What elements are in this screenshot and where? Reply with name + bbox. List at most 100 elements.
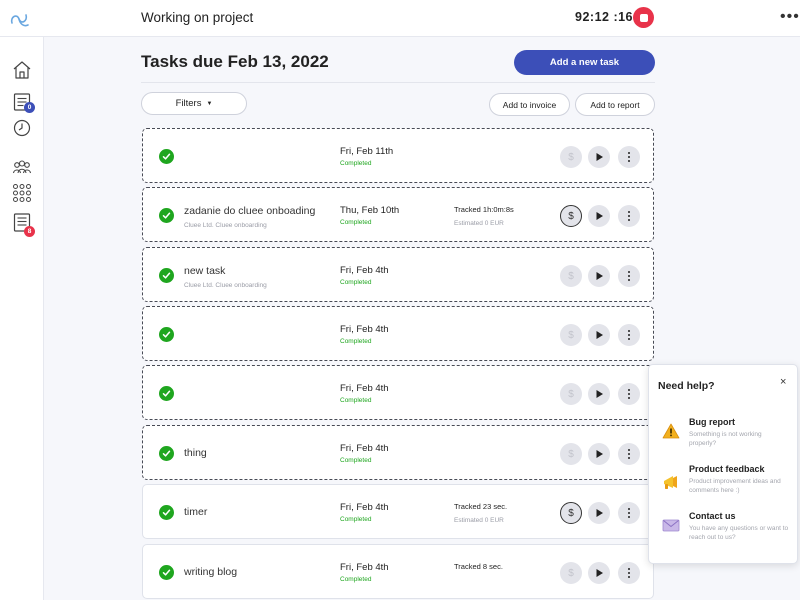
help-item-desc: Something is not working properly? xyxy=(689,431,762,447)
billing-dollar-button[interactable]: $ xyxy=(560,502,582,524)
clock-icon[interactable] xyxy=(11,117,33,139)
play-icon xyxy=(596,390,603,398)
sidebar-item-reports[interactable]: 8 xyxy=(0,209,44,239)
task-more-button[interactable] xyxy=(618,205,640,227)
billing-dollar-button[interactable]: $ xyxy=(560,383,582,405)
task-more-button[interactable] xyxy=(618,383,640,405)
sidebar-item-tasks[interactable]: 0 xyxy=(0,89,44,117)
more-options-icon[interactable]: ••• xyxy=(780,8,800,26)
task-row[interactable]: timer Fri, Feb 4th Completed Tracked 23 sec… xyxy=(142,484,654,539)
running-timer: 92:12 :16 xyxy=(575,10,634,24)
task-status: Completed xyxy=(340,160,372,167)
task-name: thing xyxy=(184,447,207,459)
tracked-time: Tracked 23 sec. xyxy=(454,502,508,511)
help-item-title: Product feedback xyxy=(689,464,765,474)
filters-dropdown[interactable]: Filters ▼ xyxy=(141,92,247,115)
task-more-button[interactable] xyxy=(618,146,640,168)
estimated-cost: Estimated 0 EUR xyxy=(454,517,504,524)
task-row[interactable]: Fri, Feb 4th Completed $ xyxy=(142,365,654,420)
task-project: Cluee Ltd. Cluee onboarding xyxy=(184,282,267,289)
grid-icon[interactable] xyxy=(11,182,33,204)
add-to-invoice-button[interactable]: Add to invoice xyxy=(489,93,570,116)
vertical-dots-icon xyxy=(627,507,631,519)
billing-dollar-button[interactable]: $ xyxy=(560,205,582,227)
task-due-date: Fri, Feb 4th xyxy=(340,562,389,573)
vertical-dots-icon xyxy=(627,448,631,460)
task-due-date: Fri, Feb 4th xyxy=(340,443,389,454)
bug-report-link[interactable]: Bug report Something is not working prop… xyxy=(649,417,797,457)
help-item-desc: Product improvement ideas and comments h… xyxy=(689,478,781,494)
play-timer-button[interactable] xyxy=(588,146,610,168)
completed-check-icon[interactable] xyxy=(159,386,174,401)
home-icon[interactable] xyxy=(11,59,33,81)
product-feedback-link[interactable]: Product feedback Product improvement ide… xyxy=(649,464,797,504)
envelope-icon xyxy=(662,519,680,532)
play-timer-button[interactable] xyxy=(588,443,610,465)
help-panel: Need help? × Bug report Something is not… xyxy=(648,364,798,564)
stop-timer-button[interactable] xyxy=(633,7,654,28)
tracked-time: Tracked 1h:0m:8s xyxy=(454,205,514,214)
task-status: Completed xyxy=(340,516,372,523)
task-more-button[interactable] xyxy=(618,324,640,346)
warning-icon xyxy=(662,423,680,439)
billing-dollar-button[interactable]: $ xyxy=(560,562,582,584)
help-item-desc: You have any questions or want to reach … xyxy=(689,525,789,541)
play-timer-button[interactable] xyxy=(588,383,610,405)
task-name: new task xyxy=(184,265,226,277)
completed-check-icon[interactable] xyxy=(159,505,174,520)
completed-check-icon[interactable] xyxy=(159,208,174,223)
billing-dollar-button[interactable]: $ xyxy=(560,443,582,465)
task-status: Completed xyxy=(340,338,372,345)
page-title: Tasks due Feb 13, 2022 xyxy=(141,52,329,71)
task-more-button[interactable] xyxy=(618,265,640,287)
people-icon[interactable] xyxy=(11,156,33,178)
task-name: timer xyxy=(184,506,208,518)
vertical-dots-icon xyxy=(627,567,631,579)
play-icon xyxy=(596,450,603,458)
task-more-button[interactable] xyxy=(618,562,640,584)
add-new-task-button[interactable]: Add a new task xyxy=(514,50,655,75)
task-row[interactable]: new task Cluee Ltd. Cluee onboarding Fri, … xyxy=(142,247,654,302)
caret-down-icon: ▼ xyxy=(206,100,213,107)
play-timer-button[interactable] xyxy=(588,265,610,287)
task-row[interactable]: Fri, Feb 4th Completed $ xyxy=(142,306,654,361)
play-icon xyxy=(596,153,603,161)
play-timer-button[interactable] xyxy=(588,502,610,524)
filters-label: Filters xyxy=(175,98,202,109)
task-row[interactable]: writing blog Fri, Feb 4th Completed Tracked… xyxy=(142,544,654,599)
play-icon xyxy=(596,331,603,339)
completed-check-icon[interactable] xyxy=(159,565,174,580)
vertical-dots-icon xyxy=(627,388,631,400)
task-due-date: Fri, Feb 4th xyxy=(340,265,389,276)
billing-dollar-button[interactable]: $ xyxy=(560,324,582,346)
top-bar: Working on project 92:12 :16 ••• xyxy=(0,0,800,37)
play-timer-button[interactable] xyxy=(588,205,610,227)
completed-check-icon[interactable] xyxy=(159,268,174,283)
task-due-date: Fri, Feb 4th xyxy=(340,502,389,513)
task-more-button[interactable] xyxy=(618,502,640,524)
task-row[interactable]: thing Fri, Feb 4th Completed $ xyxy=(142,425,654,480)
logo-icon[interactable] xyxy=(8,8,30,30)
completed-check-icon[interactable] xyxy=(159,327,174,342)
completed-check-icon[interactable] xyxy=(159,149,174,164)
divider xyxy=(141,82,655,83)
help-item-title: Contact us xyxy=(689,511,736,521)
task-due-date: Thu, Feb 10th xyxy=(340,205,400,216)
task-status: Completed xyxy=(340,457,372,464)
billing-dollar-button[interactable]: $ xyxy=(560,146,582,168)
completed-check-icon[interactable] xyxy=(159,446,174,461)
contact-us-link[interactable]: Contact us You have any questions or wan… xyxy=(649,511,797,551)
vertical-dots-icon xyxy=(627,210,631,222)
task-row[interactable]: zadanie do cluee onboading Cluee Ltd. Clu… xyxy=(142,187,654,242)
billing-dollar-button[interactable]: $ xyxy=(560,265,582,287)
play-icon xyxy=(596,272,603,280)
task-row[interactable]: Fri, Feb 11th Completed $ xyxy=(142,128,654,183)
close-icon[interactable]: × xyxy=(780,376,786,388)
task-status: Completed xyxy=(340,397,372,404)
play-timer-button[interactable] xyxy=(588,562,610,584)
play-timer-button[interactable] xyxy=(588,324,610,346)
add-to-report-button[interactable]: Add to report xyxy=(575,93,655,116)
vertical-dots-icon xyxy=(627,329,631,341)
help-item-title: Bug report xyxy=(689,417,735,427)
task-more-button[interactable] xyxy=(618,443,640,465)
